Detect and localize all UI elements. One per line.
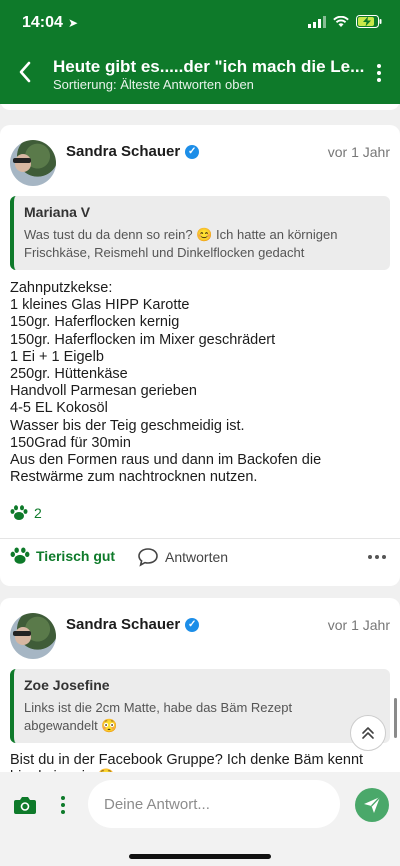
more-options-icon[interactable] (376, 64, 382, 84)
status-bar: 14:04 ➤ (0, 0, 400, 46)
paw-icon (10, 505, 28, 520)
avatar[interactable] (10, 613, 56, 659)
quote-text: Links ist die 2cm Matte, habe das Bäm Re… (24, 700, 293, 733)
timestamp: vor 1 Jahr (327, 144, 390, 160)
sort-subtitle[interactable]: Sortierung: Älteste Antworten oben (53, 77, 254, 92)
reply-card: Sandra Schauer ✓ vor 1 Jahr Zoe Josefine… (0, 598, 400, 772)
page-title: Heute gibt es.....der "ich mach die Le..… (53, 57, 365, 76)
app-header: 14:04 ➤ Heute gibt es.....der "ich mach … (0, 0, 400, 104)
nav-bar: Heute gibt es.....der "ich mach die Le..… (0, 50, 400, 98)
reply-input[interactable] (88, 780, 340, 828)
reply-label: Antworten (165, 549, 229, 565)
verified-badge-icon: ✓ (185, 617, 200, 632)
send-icon (364, 796, 381, 813)
previous-card-edge (0, 104, 400, 110)
reply-composer (0, 772, 400, 866)
attachment-menu-icon[interactable] (60, 796, 66, 814)
double-chevron-up-icon (362, 727, 374, 739)
author-name[interactable]: Sandra Schauer ✓ (66, 616, 200, 633)
camera-icon[interactable] (13, 794, 37, 816)
home-indicator (129, 854, 271, 859)
avatar[interactable] (10, 140, 56, 186)
speech-bubble-icon (138, 548, 158, 567)
reply-card: Sandra Schauer ✓ vor 1 Jahr Mariana V Wa… (0, 125, 400, 586)
scroll-to-top-button[interactable] (350, 715, 386, 751)
reply-button[interactable]: Antworten (137, 547, 228, 567)
quote-author: Mariana V (24, 204, 91, 220)
signal-icon (308, 15, 326, 28)
verified-badge-icon: ✓ (185, 144, 200, 159)
like-count[interactable]: 2 (10, 505, 42, 521)
quoted-reply[interactable]: Zoe Josefine Links ist die 2cm Matte, ha… (10, 669, 390, 743)
post-more-icon[interactable] (368, 555, 386, 559)
replies-feed[interactable]: Sandra Schauer ✓ vor 1 Jahr Mariana V Wa… (0, 104, 400, 772)
send-button[interactable] (355, 788, 389, 822)
paw-icon (10, 547, 30, 564)
like-label: Tierisch gut (36, 548, 116, 564)
post-actions: Tierisch gut Antworten (0, 539, 400, 579)
wifi-icon (333, 15, 349, 27)
battery-charging-icon (356, 15, 382, 28)
tierisch-gut-button[interactable]: Tierisch gut (10, 547, 115, 565)
status-icons (308, 15, 382, 28)
quote-text: Was tust du da denn so rein? 😊 Ich hatte… (24, 227, 338, 260)
back-arrow-icon[interactable] (14, 58, 36, 86)
quote-author: Zoe Josefine (24, 677, 110, 693)
location-arrow-icon: ➤ (68, 16, 79, 30)
like-count-value: 2 (34, 505, 42, 521)
author-name[interactable]: Sandra Schauer ✓ (66, 143, 200, 160)
timestamp: vor 1 Jahr (327, 617, 390, 633)
post-body: Bist du in der Facebook Gruppe? Ich denk… (10, 752, 364, 772)
quoted-reply[interactable]: Mariana V Was tust du da denn so rein? 😊… (10, 196, 390, 270)
author-name-text[interactable]: Sandra Schauer (66, 143, 180, 160)
post-body: Zahnputzkekse: 1 kleines Glas HIPP Karot… (10, 280, 322, 486)
status-time: 14:04 (22, 14, 63, 31)
scrollbar[interactable] (394, 698, 397, 738)
author-name-text[interactable]: Sandra Schauer (66, 616, 180, 633)
